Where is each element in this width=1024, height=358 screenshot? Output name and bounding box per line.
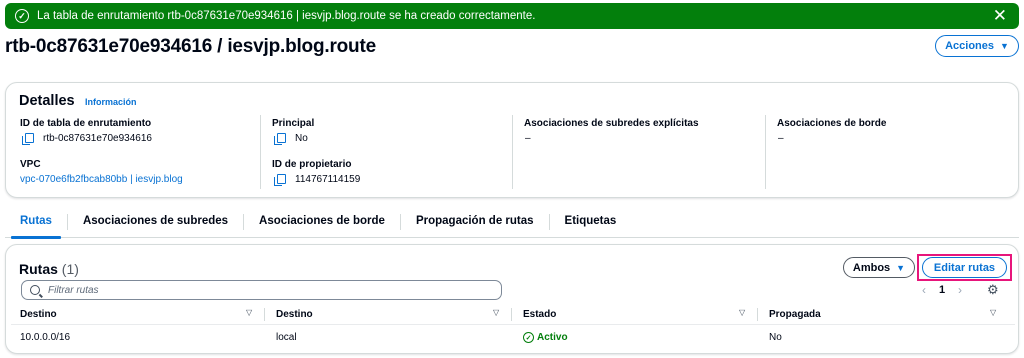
cell-status: ✓ Activo bbox=[523, 332, 568, 343]
tab-route-propagation[interactable]: Propagación de rutas bbox=[401, 210, 549, 238]
tab-routes[interactable]: Rutas bbox=[5, 210, 67, 239]
route-table-id-value: rtb-0c87631e70e934616 bbox=[22, 133, 152, 145]
page-title: rtb-0c87631e70e934616 / iesvjp.blog.rout… bbox=[5, 36, 376, 57]
search-icon bbox=[30, 285, 40, 295]
column-header-status[interactable]: Estado bbox=[523, 307, 556, 322]
owner-id-value: 114767114159 bbox=[274, 174, 361, 186]
caret-down-icon: ▼ bbox=[1000, 41, 1009, 51]
edit-routes-button[interactable]: Editar rutas bbox=[922, 257, 1007, 278]
column-divider[interactable] bbox=[511, 308, 512, 321]
owner-id-text: 114767114159 bbox=[295, 174, 361, 185]
caret-down-icon: ▼ bbox=[896, 262, 906, 273]
success-check-icon: ✓ bbox=[523, 332, 534, 343]
filter-placeholder: Filtrar rutas bbox=[48, 284, 99, 296]
sort-caret-icon[interactable]: ▽ bbox=[246, 308, 252, 317]
cell-destination: 10.0.0.0/16 bbox=[20, 332, 71, 343]
vpc-label: VPC bbox=[20, 159, 41, 170]
sort-caret-icon[interactable]: ▽ bbox=[990, 308, 996, 317]
explicit-subnet-label: Asociaciones de subredes explícitas bbox=[524, 118, 699, 129]
pagination: ‹ 1 › bbox=[914, 283, 970, 297]
status-text: Activo bbox=[537, 332, 568, 343]
owner-id-label: ID de propietario bbox=[272, 159, 352, 170]
ambos-label: Ambos bbox=[852, 261, 891, 274]
copy-icon[interactable] bbox=[274, 174, 286, 186]
chevron-left-icon[interactable]: ‹ bbox=[914, 283, 934, 297]
chevron-right-icon[interactable]: › bbox=[950, 283, 970, 297]
copy-icon[interactable] bbox=[274, 133, 286, 145]
actions-button-label: Acciones bbox=[945, 40, 994, 52]
ambos-dropdown[interactable]: Ambos ▼ bbox=[843, 257, 915, 278]
main-value-text: No bbox=[295, 133, 308, 144]
main-value: No bbox=[274, 133, 308, 145]
column-header-propagated[interactable]: Propagada bbox=[769, 307, 821, 322]
column-divider[interactable] bbox=[757, 308, 758, 321]
success-flash-bar: ✓ La tabla de enrutamiento rtb-0c87631e7… bbox=[5, 3, 1019, 29]
gear-icon[interactable]: ⚙ bbox=[987, 283, 1000, 296]
routes-title-text: Rutas bbox=[19, 261, 58, 277]
column-divider bbox=[512, 115, 513, 189]
routes-title: Rutas (1) bbox=[19, 261, 79, 277]
column-header-destination[interactable]: Destino bbox=[20, 307, 57, 322]
route-table-id-label: ID de tabla de enrutamiento bbox=[20, 118, 152, 129]
vpc-link[interactable]: vpc-070e6fb2fbcab80bb | iesvjp.blog bbox=[20, 174, 183, 185]
column-header-target[interactable]: Destino bbox=[276, 307, 313, 322]
sort-caret-icon[interactable]: ▽ bbox=[493, 308, 499, 317]
cell-target: local bbox=[276, 332, 297, 343]
column-divider bbox=[765, 115, 766, 189]
sort-caret-icon[interactable]: ▽ bbox=[739, 308, 745, 317]
edge-associations-label: Asociaciones de borde bbox=[777, 118, 887, 129]
filter-routes-input[interactable]: Filtrar rutas bbox=[21, 280, 502, 300]
tab-edge-associations[interactable]: Asociaciones de borde bbox=[244, 210, 400, 238]
details-title: Detalles bbox=[19, 93, 75, 109]
edge-associations-value: – bbox=[778, 133, 784, 144]
column-divider bbox=[260, 115, 261, 189]
close-icon[interactable]: ✕ bbox=[993, 6, 1007, 26]
copy-icon[interactable] bbox=[22, 133, 34, 145]
explicit-subnet-value: – bbox=[525, 133, 531, 144]
tab-tags[interactable]: Etiquetas bbox=[550, 210, 632, 238]
column-divider[interactable] bbox=[264, 308, 265, 321]
routes-count: (1) bbox=[61, 261, 79, 277]
actions-button[interactable]: Acciones ▼ bbox=[935, 35, 1019, 57]
main-label: Principal bbox=[272, 118, 315, 129]
route-table-id-text: rtb-0c87631e70e934616 bbox=[43, 133, 152, 144]
tab-subnet-associations[interactable]: Asociaciones de subredes bbox=[68, 210, 243, 238]
flash-message: La tabla de enrutamiento rtb-0c87631e70e… bbox=[37, 10, 536, 22]
success-check-icon: ✓ bbox=[15, 9, 29, 23]
page-number[interactable]: 1 bbox=[934, 284, 950, 296]
header-divider bbox=[11, 324, 1015, 325]
cell-propagated: No bbox=[769, 332, 782, 343]
routes-panel: Rutas (1) Ambos ▼ Editar rutas Filtrar r… bbox=[5, 244, 1019, 354]
details-panel: Detalles Información ID de tabla de enru… bbox=[5, 82, 1019, 198]
info-link[interactable]: Información bbox=[85, 97, 137, 107]
tab-bar: Rutas Asociaciones de subredes Asociacio… bbox=[5, 210, 1019, 239]
